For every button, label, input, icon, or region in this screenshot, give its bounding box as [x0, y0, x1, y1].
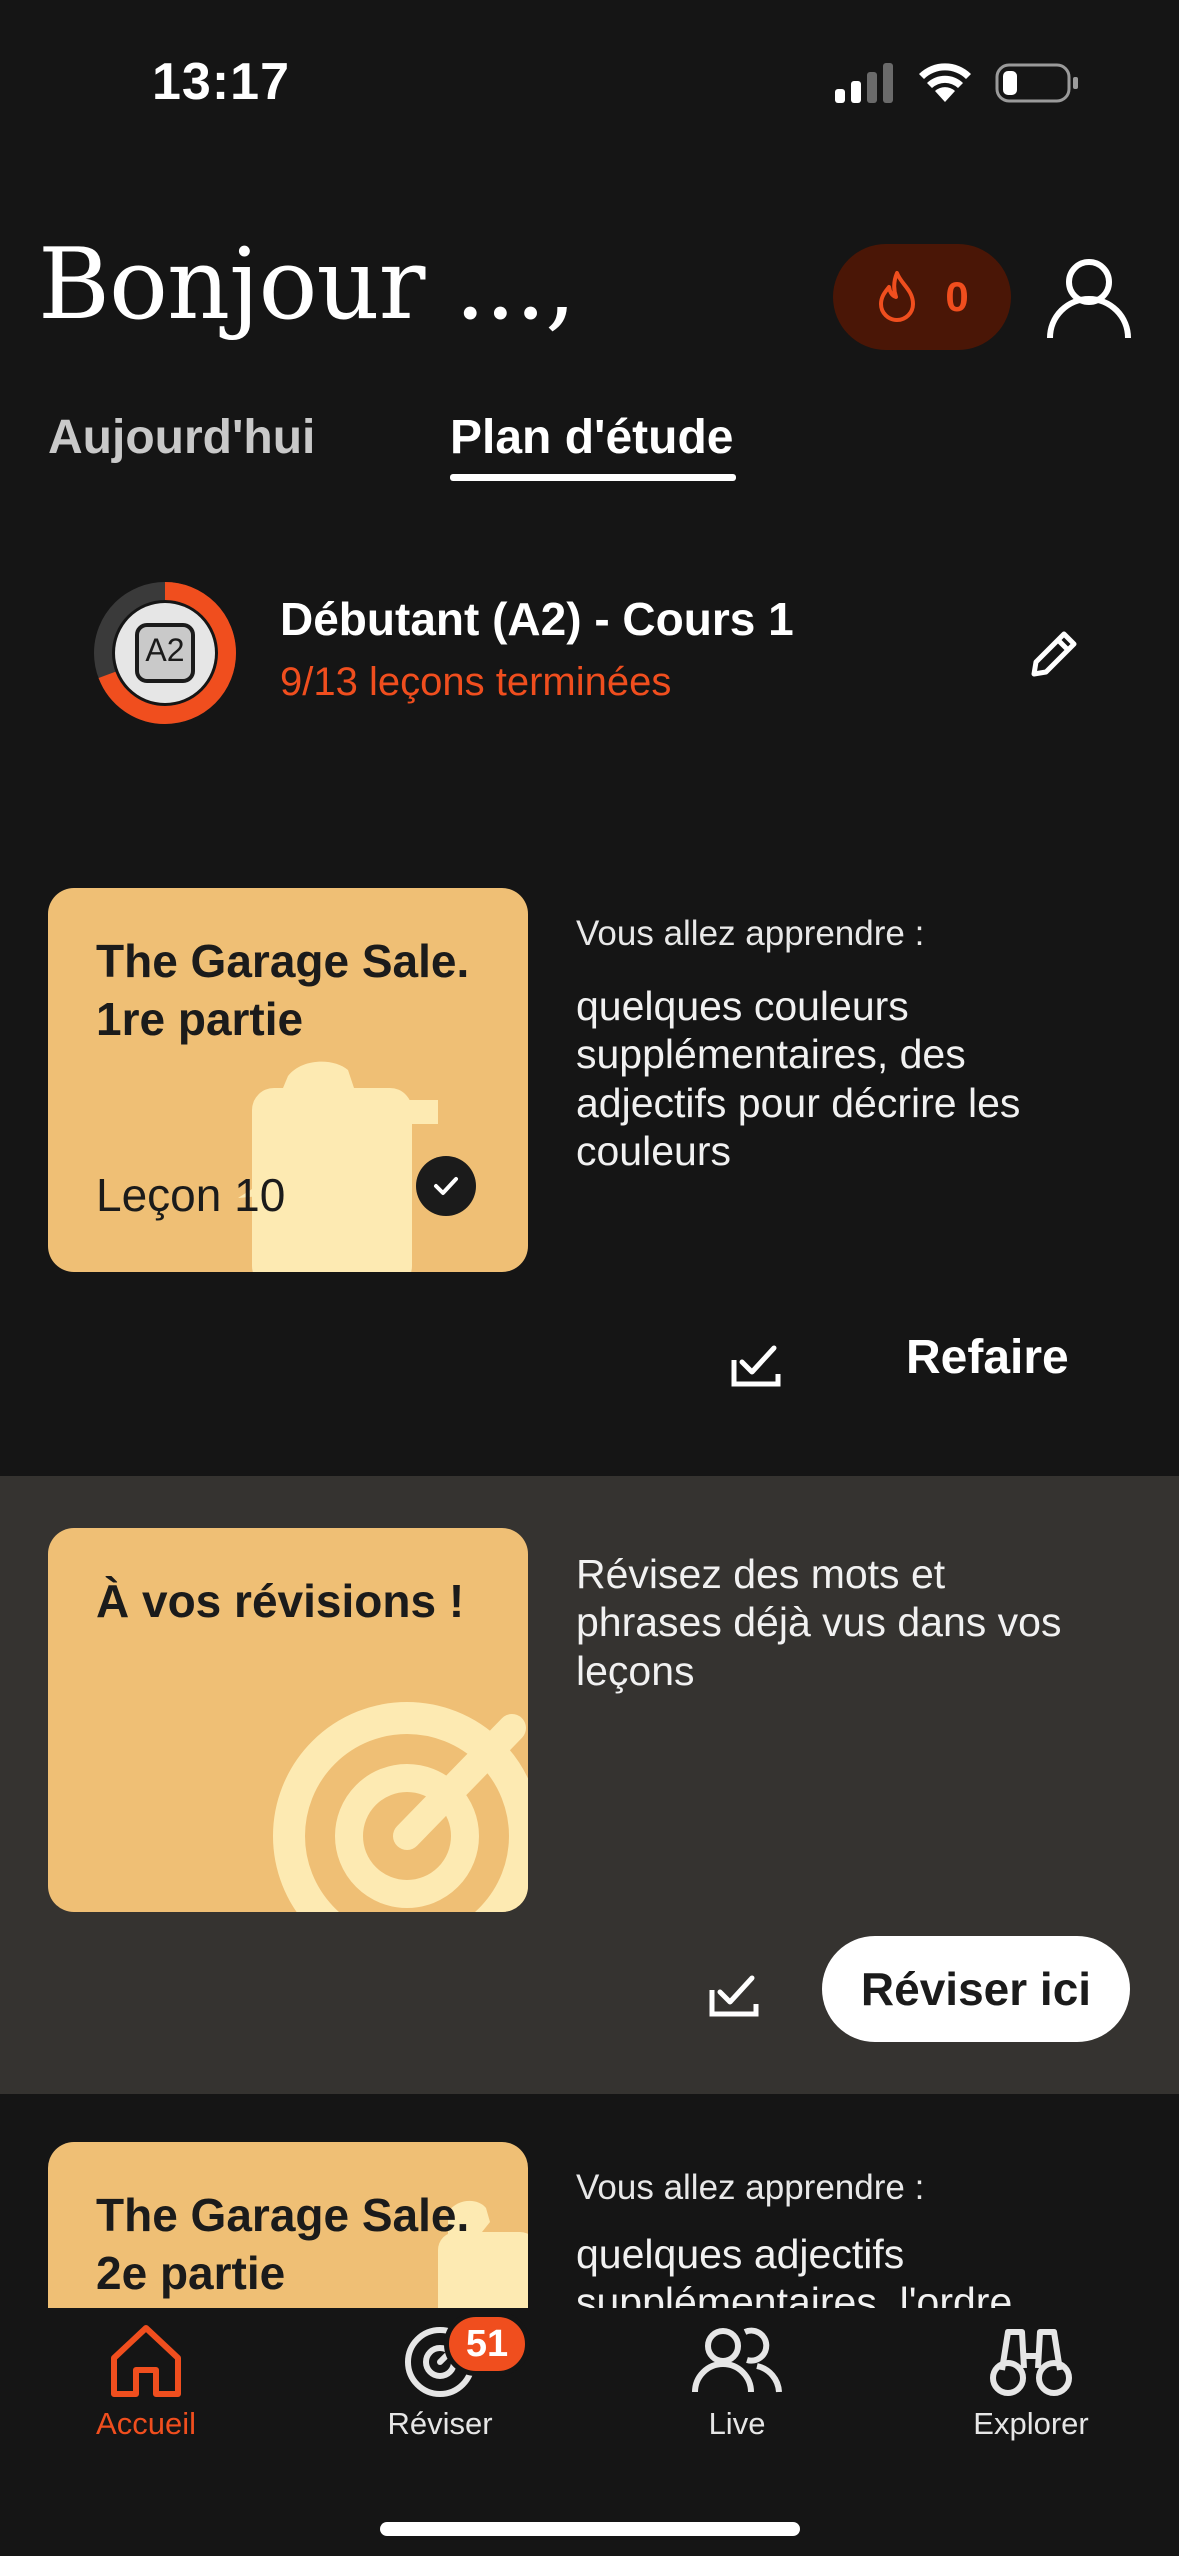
- binoculars-icon: [990, 2329, 1072, 2396]
- learn-label: Vous allez apprendre :: [576, 2168, 925, 2207]
- target-illustration: [273, 1702, 528, 1912]
- redo-button[interactable]: Refaire: [906, 1330, 1069, 1385]
- lesson-card-1[interactable]: The Garage Sale. 1re partie Leçon 10: [48, 888, 528, 1272]
- learn-description: quelques adjectifs supplémentaires, l'or…: [576, 2231, 1013, 2308]
- level-badge: A2: [145, 632, 185, 668]
- completed-check-icon: [416, 1156, 476, 1216]
- nav-label: Explorer: [973, 2406, 1089, 2441]
- active-tab-indicator: [450, 474, 736, 481]
- home-icon: [111, 2325, 181, 2397]
- edit-pencil-icon[interactable]: [1022, 624, 1084, 686]
- nav-label: Live: [708, 2406, 766, 2441]
- status-time: 13:17: [152, 53, 290, 111]
- mark-done-icon[interactable]: [706, 1964, 762, 2020]
- greeting-title: Bonjour ...,: [38, 228, 576, 342]
- review-count-badge: 51: [444, 2312, 530, 2376]
- cellular-signal-icon: [835, 63, 893, 103]
- learn-description-clip: quelques adjectifs supplémentaires, l'or…: [576, 2230, 1136, 2308]
- review-card[interactable]: À vos révisions !: [48, 1528, 528, 1912]
- flame-icon: [879, 271, 916, 322]
- lesson-card-3[interactable]: The Garage Sale. 2e partie: [48, 2142, 528, 2308]
- people-icon: [692, 2327, 782, 2393]
- review-here-button[interactable]: Réviser ici: [822, 1936, 1130, 2042]
- nav-explore[interactable]: Explorer: [921, 2320, 1141, 2442]
- lesson-number: Leçon 10: [96, 1169, 286, 1221]
- home-indicator: [380, 2522, 800, 2536]
- course-title: Débutant (A2) - Cours 1: [280, 593, 794, 645]
- lesson-title: The Garage Sale. 1re partie: [96, 935, 470, 1046]
- learn-description: quelques couleurs supplémentaires, des a…: [576, 983, 1021, 1175]
- review-description: Révisez des mots et phrases déjà vus dan…: [576, 1551, 1062, 1694]
- tab-today[interactable]: Aujourd'hui: [48, 410, 315, 465]
- wifi-icon: [919, 63, 971, 102]
- battery-icon: [995, 63, 1078, 103]
- course-progress-ring: A2: [92, 580, 238, 726]
- nav-home[interactable]: Accueil: [36, 2320, 256, 2442]
- review-title: À vos révisions !: [96, 1575, 465, 1627]
- lesson-title: The Garage Sale. 2e partie: [96, 2189, 470, 2300]
- status-icons: [835, 62, 1079, 104]
- learn-label: Vous allez apprendre :: [576, 914, 925, 953]
- nav-label: Accueil: [96, 2406, 196, 2441]
- streak-button[interactable]: 0: [833, 244, 1011, 350]
- nav-live[interactable]: Live: [627, 2320, 847, 2442]
- profile-icon[interactable]: [1044, 252, 1134, 342]
- mark-done-icon[interactable]: [728, 1334, 784, 1390]
- nav-label: Réviser: [387, 2406, 493, 2441]
- course-progress-text: 9/13 leçons terminées: [280, 660, 672, 704]
- streak-count: 0: [945, 273, 969, 320]
- garage-sale-illustration: [238, 1061, 438, 1272]
- tab-study-plan[interactable]: Plan d'étude: [450, 410, 733, 465]
